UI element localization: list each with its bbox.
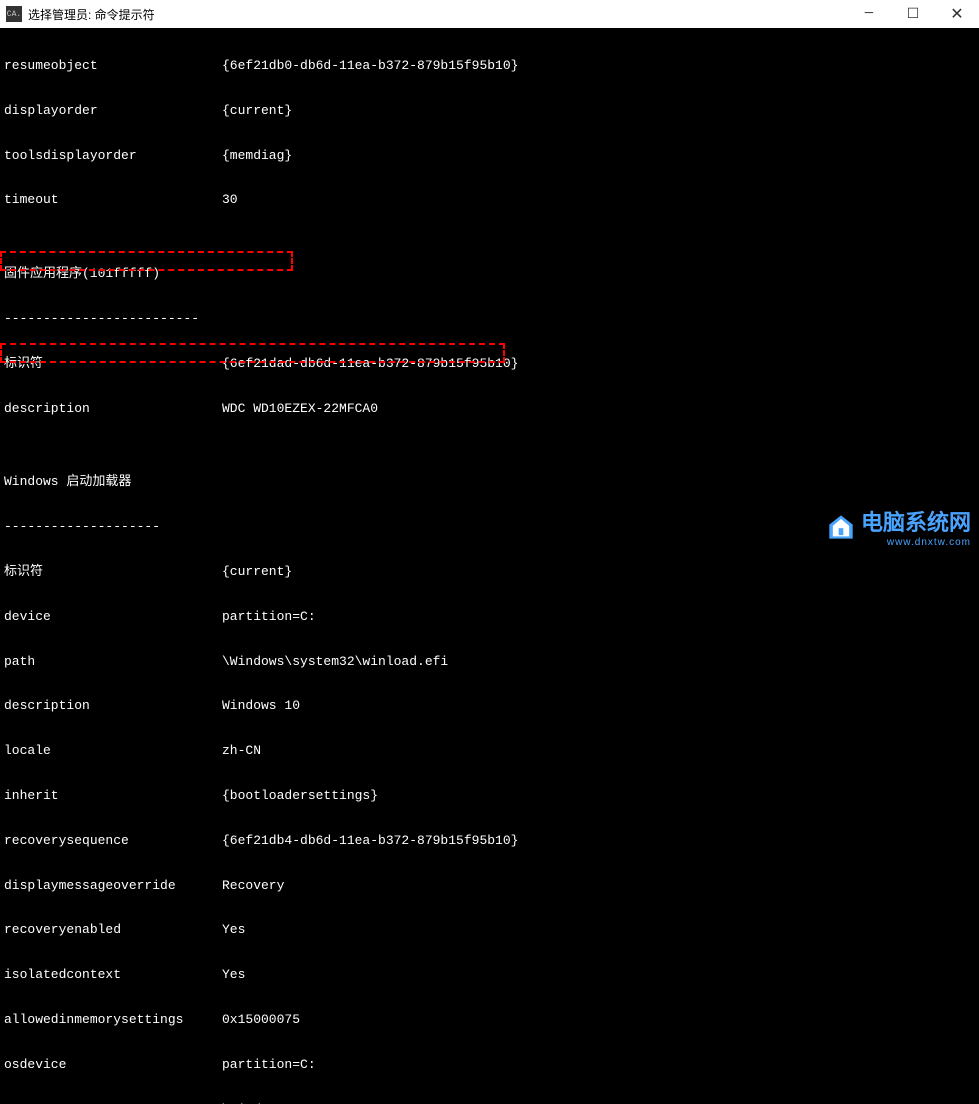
cfg-key: resumeobject <box>4 59 222 74</box>
cfg-key: toolsdisplayorder <box>4 149 222 164</box>
cfg-key: inherit <box>4 789 222 804</box>
cfg-key: osdevice <box>4 1058 222 1073</box>
cfg-key: description <box>4 402 222 417</box>
cfg-val: {6ef21db0-db6d-11ea-b372-879b15f95b10} <box>222 58 518 73</box>
cfg-key: locale <box>4 744 222 759</box>
close-button[interactable]: ✕ <box>935 0 979 28</box>
cfg-val: {6ef21dad-db6d-11ea-b372-879b15f95b10} <box>222 356 518 371</box>
minimize-button[interactable]: ─ <box>847 0 891 28</box>
cfg-key: isolatedcontext <box>4 968 222 983</box>
cfg-key: path <box>4 655 222 670</box>
cfg-val: zh-CN <box>222 743 261 758</box>
cfg-key: device <box>4 610 222 625</box>
cfg-key: 标识符 <box>4 357 222 372</box>
cfg-key: 标识符 <box>4 565 222 580</box>
window-title-text: 选择管理员: 命令提示符 <box>28 6 155 23</box>
cmd-icon: CA. <box>6 6 22 22</box>
cfg-val: Recovery <box>222 878 284 893</box>
separator: ------------------------- <box>4 312 975 327</box>
cfg-val: Windows 10 <box>222 698 300 713</box>
cfg-val: {6ef21db4-db6d-11ea-b372-879b15f95b10} <box>222 833 518 848</box>
cfg-val: partition=C: <box>222 609 316 624</box>
cfg-key: displaymessageoverride <box>4 879 222 894</box>
cfg-key: displayorder <box>4 104 222 119</box>
cfg-key: systemroot <box>4 1103 222 1104</box>
cfg-val: {current} <box>222 564 292 579</box>
cfg-val: \Windows\system32\winload.efi <box>222 654 448 669</box>
cfg-key: allowedinmemorysettings <box>4 1013 222 1028</box>
cfg-val: 0x15000075 <box>222 1012 300 1027</box>
watermark-url: www.dnxtw.com <box>861 537 971 548</box>
house-icon <box>827 513 855 541</box>
section-header-firmware: 固件应用程序(101fffff) <box>4 267 975 282</box>
cfg-val: Yes <box>222 967 245 982</box>
section-header-loader1: Windows 启动加载器 <box>4 475 975 490</box>
watermark-text: 电脑系统网 <box>861 510 971 535</box>
cfg-val: \Windows <box>222 1102 284 1104</box>
maximize-button[interactable]: ☐ <box>891 0 935 28</box>
cfg-val: {memdiag} <box>222 148 292 163</box>
window-title-bar: CA. 选择管理员: 命令提示符 ─ ☐ ✕ <box>0 0 979 28</box>
cfg-val: partition=C: <box>222 1057 316 1072</box>
window-controls: ─ ☐ ✕ <box>847 0 979 28</box>
cfg-val: {bootloadersettings} <box>222 788 378 803</box>
cfg-val: WDC WD10EZEX-22MFCA0 <box>222 401 378 416</box>
watermark: 电脑系统网 www.dnxtw.com <box>827 505 971 548</box>
terminal-output[interactable]: resumeobject{6ef21db0-db6d-11ea-b372-879… <box>0 28 979 1104</box>
cfg-val: Yes <box>222 922 245 937</box>
cfg-key: timeout <box>4 193 222 208</box>
cfg-key: recoveryenabled <box>4 923 222 938</box>
cfg-val: 30 <box>222 192 238 207</box>
cfg-key: description <box>4 699 222 714</box>
cfg-val: {current} <box>222 103 292 118</box>
cfg-key: recoverysequence <box>4 834 222 849</box>
